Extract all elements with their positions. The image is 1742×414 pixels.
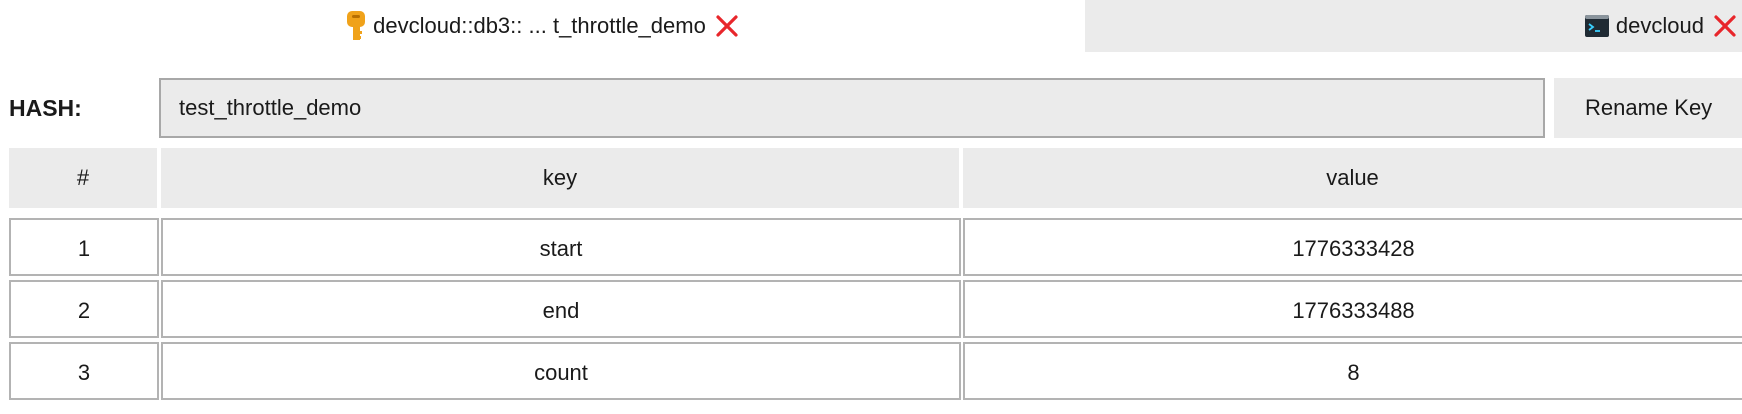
table-header: # key value	[9, 148, 1742, 208]
tab-devcloud-terminal[interactable]: devcloud	[1085, 0, 1742, 52]
row-key[interactable]: count	[161, 342, 961, 400]
row-index: 1	[9, 218, 159, 276]
row-index: 3	[9, 342, 159, 400]
hash-type-label: HASH:	[9, 95, 82, 121]
row-key[interactable]: end	[161, 280, 961, 338]
table-row[interactable]: 1 start 1776333428	[9, 218, 1742, 280]
column-header-key: key	[161, 148, 959, 208]
table-row[interactable]: 3 count 8	[9, 342, 1742, 404]
close-icon[interactable]	[1712, 13, 1738, 39]
tab-label: devcloud	[1615, 13, 1704, 38]
row-value[interactable]: 1776333428	[963, 218, 1742, 276]
row-value[interactable]: 8	[963, 342, 1742, 400]
key-name-input[interactable]	[159, 78, 1545, 138]
close-icon[interactable]	[714, 13, 740, 39]
table-row[interactable]: 2 end 1776333488	[9, 280, 1742, 342]
table-body: 1 start 1776333428 2 end 1776333488 3 co…	[9, 218, 1742, 404]
tab-bar: devcloud::db3:: ... t_throttle_demo devc…	[0, 0, 1742, 52]
column-header-value: value	[963, 148, 1742, 208]
rename-key-button[interactable]: Rename Key	[1554, 78, 1742, 138]
column-header-index: #	[9, 148, 157, 208]
row-value[interactable]: 1776333488	[963, 280, 1742, 338]
hash-row: HASH: Rename Key	[0, 78, 1742, 138]
row-index: 2	[9, 280, 159, 338]
tab-label: devcloud::db3:: ... t_throttle_demo	[373, 13, 706, 38]
key-icon	[347, 11, 366, 40]
terminal-icon	[1584, 15, 1609, 37]
tab-db-key[interactable]: devcloud::db3:: ... t_throttle_demo	[0, 0, 1085, 52]
row-key[interactable]: start	[161, 218, 961, 276]
